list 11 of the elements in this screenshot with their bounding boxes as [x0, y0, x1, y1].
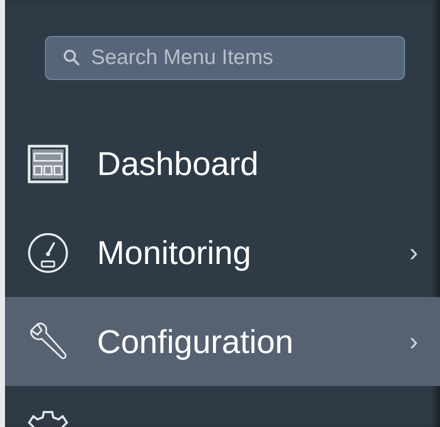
- chevron-icon: ›: [409, 326, 418, 357]
- menu-item[interactable]: Dashboard: [5, 119, 440, 208]
- menu-item[interactable]: Configuration ›: [5, 297, 440, 386]
- chevron-icon: ›: [409, 237, 418, 268]
- gauge-icon: [27, 232, 69, 274]
- menu-label: Monitoring: [97, 234, 252, 272]
- search-field[interactable]: Search Menu Items: [45, 36, 405, 80]
- dashboard-icon: [27, 142, 69, 184]
- menu-label: Dashboard: [97, 144, 260, 182]
- menu-label: Configuration: [97, 322, 294, 360]
- menu-item[interactable]: Monitoring ›: [5, 208, 440, 297]
